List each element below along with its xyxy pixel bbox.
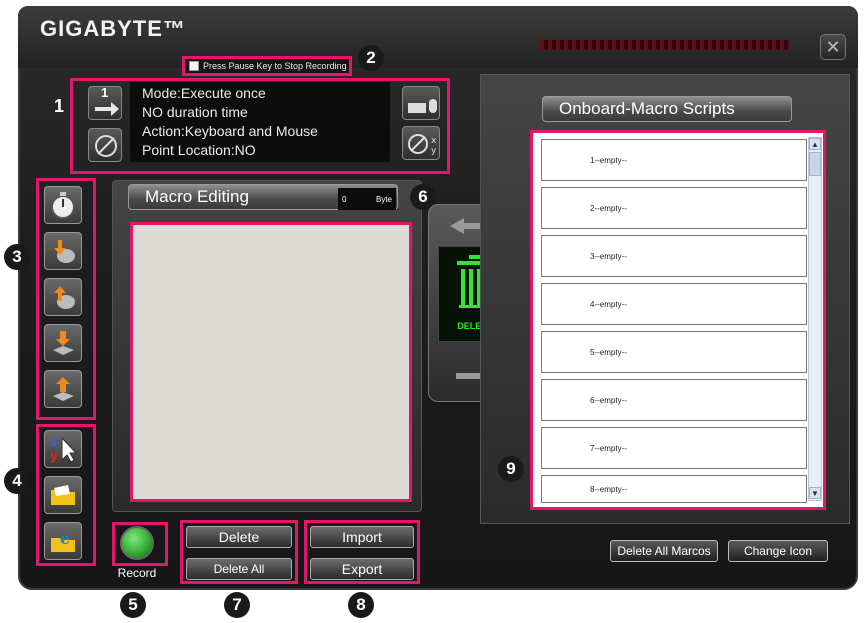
delete-button[interactable]: Delete [186, 526, 292, 548]
macro-slot[interactable]: 1--empty-- [541, 139, 807, 181]
onboard-title-label: Onboard-Macro Scripts [559, 99, 735, 118]
cursor-xy-icon: xy [50, 435, 78, 463]
key-up-icon [53, 377, 74, 401]
byte-unit: Byte [375, 194, 392, 204]
delete-all-button[interactable]: Delete All [186, 558, 292, 580]
svg-text:e: e [60, 529, 70, 548]
scroll-thumb[interactable] [809, 152, 821, 176]
open-web-folder-button[interactable]: e [44, 522, 82, 560]
mode-line: Mode:Execute once [142, 85, 266, 101]
mouse-up-icon [54, 286, 75, 309]
point-location-line: Point Location:NO [142, 142, 256, 158]
macro-slot[interactable]: 8--empty-- [541, 475, 807, 503]
mouse-down-button[interactable] [44, 232, 82, 270]
decorative-stripe [540, 40, 790, 50]
mode-number: 1 [101, 85, 109, 100]
stop-recording-checkbox[interactable]: Press Pause Key to Stop Recording [182, 56, 352, 76]
import-button[interactable]: Import [310, 526, 414, 548]
callout-2: 2 [358, 45, 384, 71]
keyboard-mouse-icon [408, 99, 437, 113]
macro-slot[interactable]: 5--empty-- [541, 331, 807, 373]
key-up-button[interactable] [44, 370, 82, 408]
onboard-title: Onboard-Macro Scripts [542, 96, 792, 122]
insert-position-button[interactable]: xy [44, 430, 82, 468]
close-icon: ✕ [825, 37, 841, 57]
onboard-slot-list: 1--empty-- 2--empty-- 3--empty-- 4--empt… [530, 130, 826, 510]
export-button[interactable]: Export [310, 558, 414, 580]
macro-editing-label: Macro Editing [145, 187, 249, 206]
stopwatch-icon [51, 192, 75, 219]
key-down-button[interactable] [44, 324, 82, 362]
callout-3: 3 [4, 244, 30, 270]
record-label: Record [117, 566, 157, 580]
callout-8: 8 [348, 592, 374, 618]
no-location-button[interactable]: xy [402, 126, 440, 160]
callout-7: 7 [224, 592, 250, 618]
svg-text:x: x [50, 435, 58, 449]
svg-text:y: y [431, 146, 437, 156]
macro-slot[interactable]: 2--empty-- [541, 187, 807, 229]
byte-count: 0 [342, 194, 347, 204]
callout-9: 9 [498, 456, 524, 482]
no-duration-icon [95, 135, 117, 157]
slot-scrollbar[interactable] [808, 137, 822, 501]
web-folder-icon: e [51, 529, 75, 552]
close-button[interactable]: ✕ [820, 34, 846, 60]
scroll-up-arrow[interactable]: ▲ [809, 138, 821, 150]
app-logo: GIGABYTE™ [40, 16, 186, 41]
mode-info-panel: Mode:Execute once NO duration time Actio… [130, 82, 390, 162]
key-down-icon [53, 331, 74, 355]
duration-line: NO duration time [142, 104, 248, 120]
no-location-icon: xy [408, 134, 437, 156]
callout-5: 5 [120, 592, 146, 618]
mode-select-button[interactable]: 1 [88, 85, 122, 120]
change-icon-button[interactable]: Change Icon [728, 540, 828, 562]
macro-slot[interactable]: 4--empty-- [541, 283, 807, 325]
macro-slot[interactable]: 7--empty-- [541, 427, 807, 469]
svg-text:x: x [431, 136, 437, 146]
keyboard-mouse-button[interactable] [402, 86, 440, 120]
open-file-button[interactable] [44, 476, 82, 514]
action-line: Action:Keyboard and Mouse [142, 123, 318, 139]
callout-4: 4 [4, 468, 30, 494]
checkbox-box[interactable] [189, 61, 199, 71]
no-duration-button[interactable] [88, 128, 122, 162]
macro-event-list[interactable] [130, 222, 412, 502]
folder-icon [51, 485, 75, 505]
byte-counter: 0 Byte [338, 188, 396, 210]
svg-text:y: y [50, 449, 58, 463]
callout-1: 1 [54, 96, 65, 116]
scroll-down-arrow[interactable]: ▼ [809, 487, 821, 499]
macro-slot[interactable]: 3--empty-- [541, 235, 807, 277]
delay-button[interactable] [44, 186, 82, 224]
macro-slot[interactable]: 6--empty-- [541, 379, 807, 421]
checkbox-label: Press Pause Key to Stop Recording [203, 61, 347, 71]
mouse-up-button[interactable] [44, 278, 82, 316]
mouse-down-icon [54, 240, 75, 263]
delete-all-macros-button[interactable]: Delete All Marcos [610, 540, 718, 562]
record-button[interactable] [120, 526, 154, 560]
